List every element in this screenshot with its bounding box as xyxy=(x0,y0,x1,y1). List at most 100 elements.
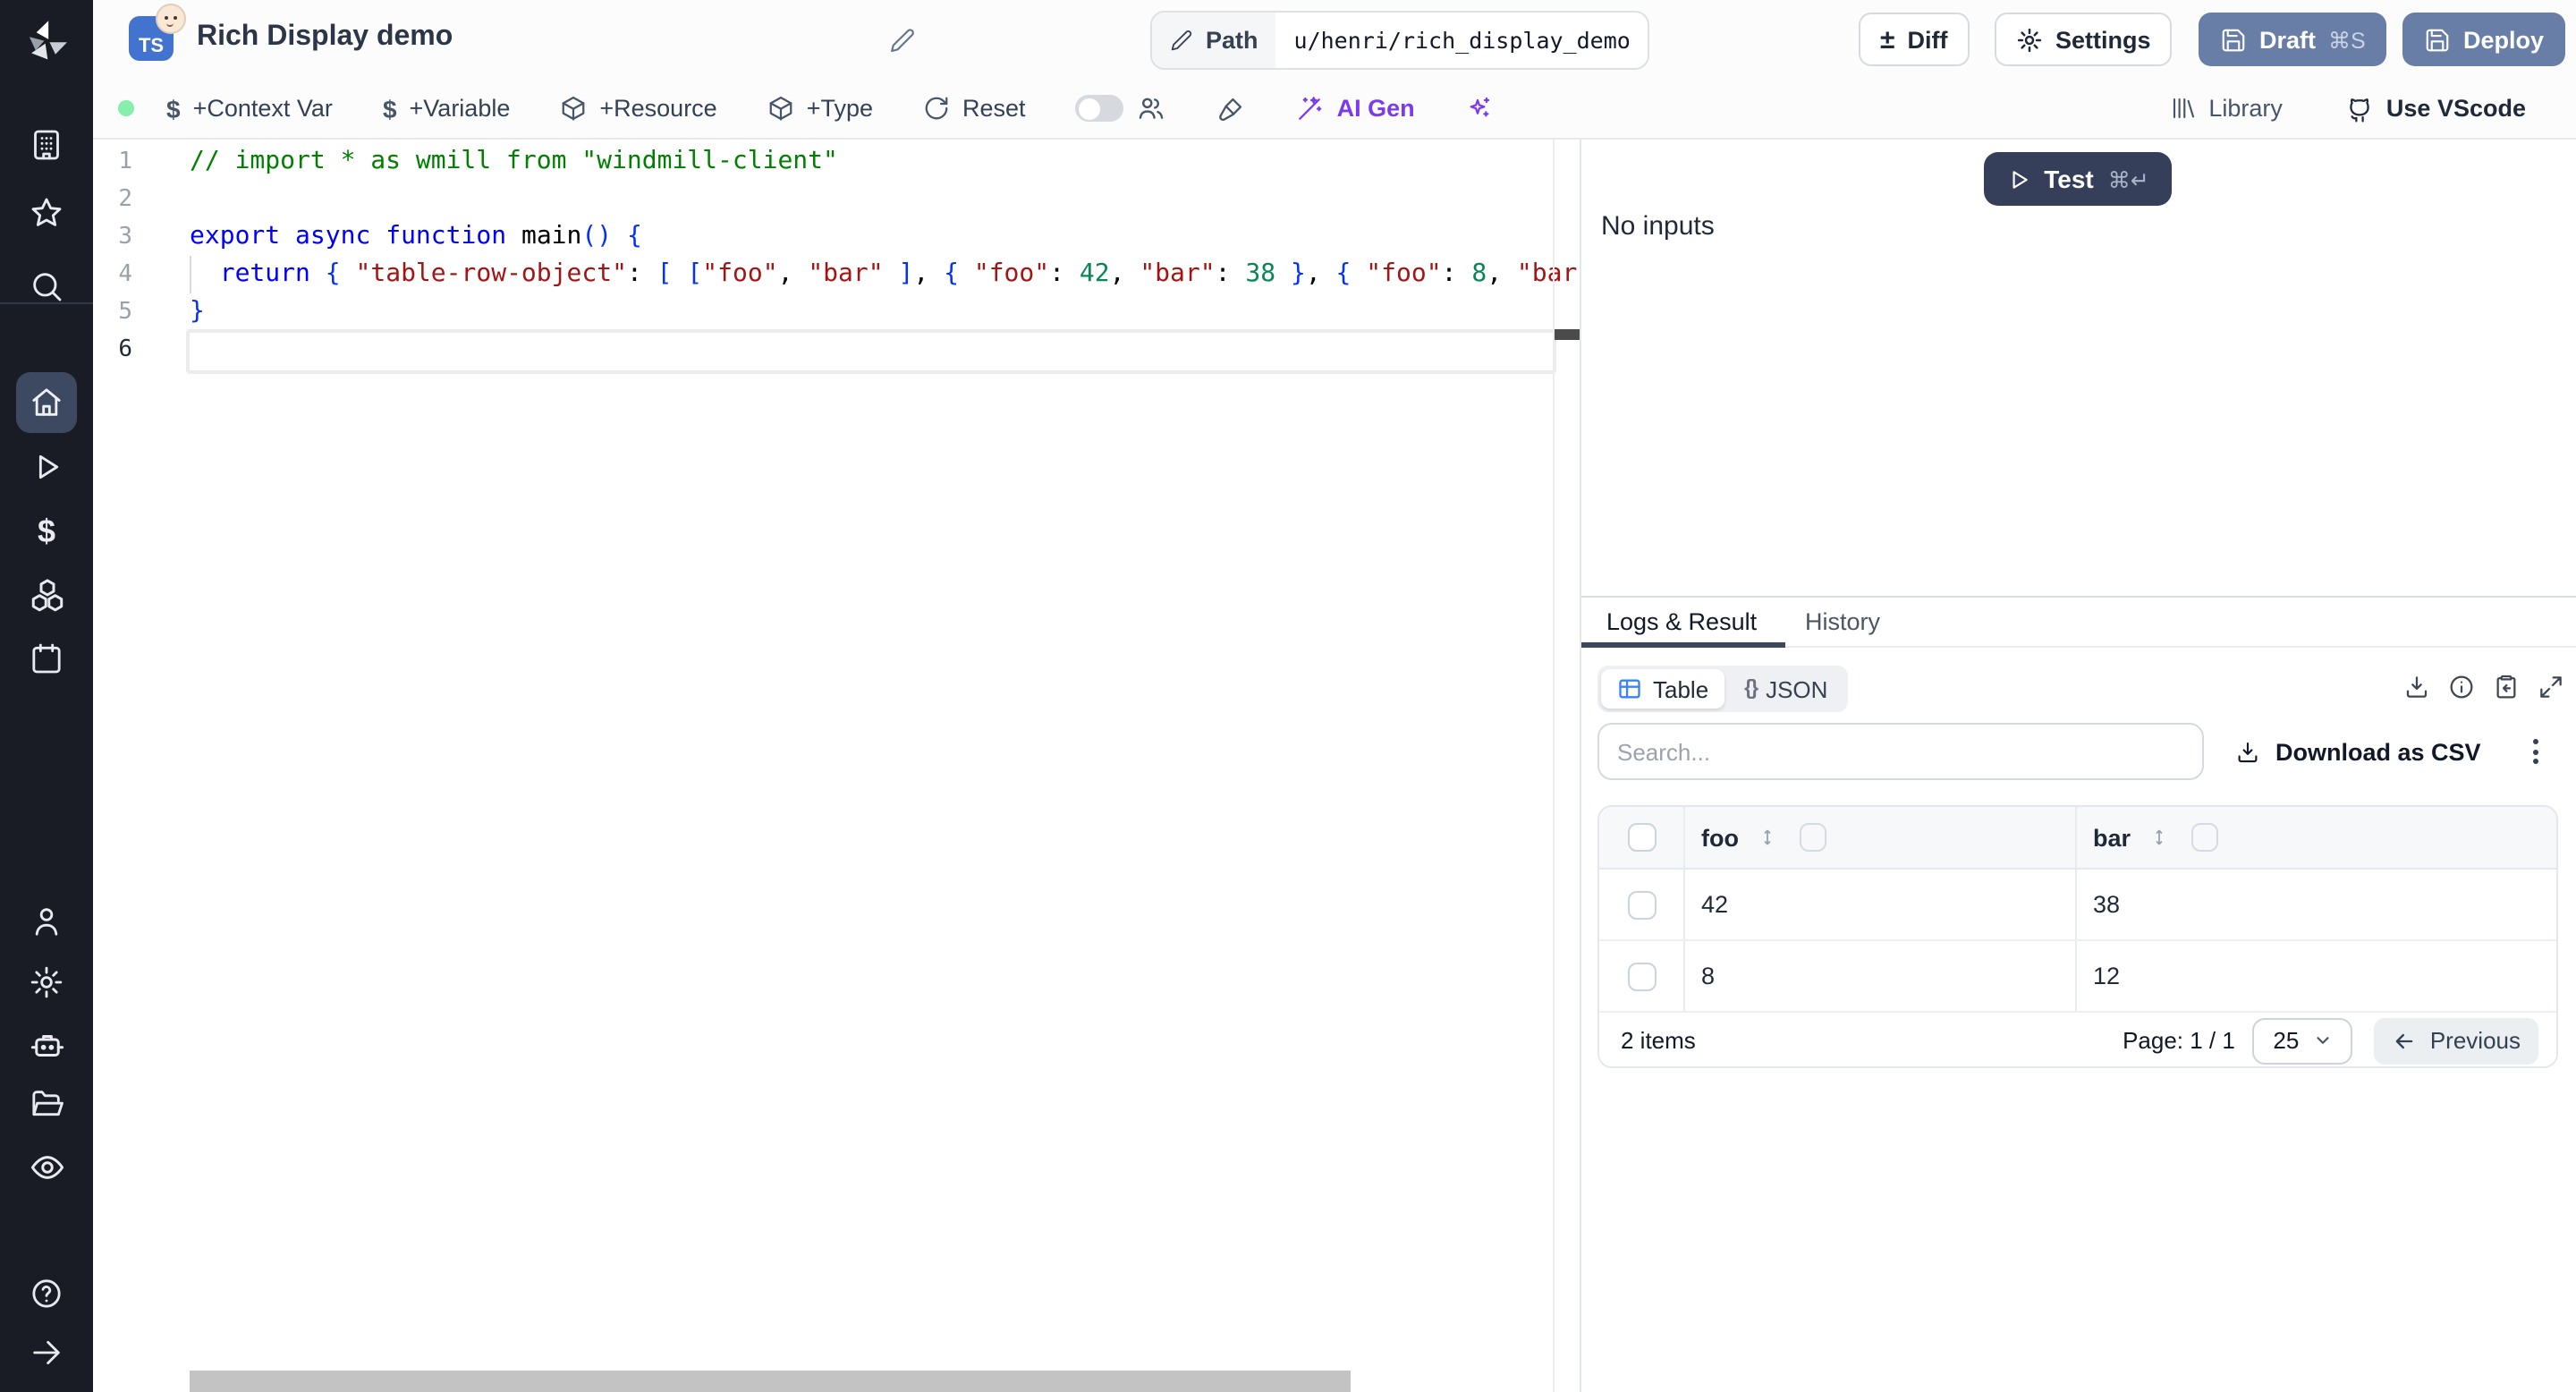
octocat-icon xyxy=(2345,94,2374,123)
download-csv-label: Download as CSV xyxy=(2275,738,2481,765)
table-row[interactable]: 8 12 xyxy=(1599,941,2556,1013)
code-line[interactable]: // import * as wmill from "windmill-clie… xyxy=(190,143,838,181)
no-inputs-text: No inputs xyxy=(1601,211,1715,242)
table-cell: 12 xyxy=(2077,941,2556,1011)
horizontal-scrollbar[interactable] xyxy=(190,1371,1351,1392)
ai-sparkles-button[interactable] xyxy=(1465,94,1494,123)
gear-icon xyxy=(29,964,64,1000)
reset-button[interactable]: Reset xyxy=(923,95,1026,122)
view-table-button[interactable]: Table xyxy=(1601,669,1724,709)
sidebar-item-building[interactable] xyxy=(0,123,93,166)
table-cell: 8 xyxy=(1685,941,2077,1011)
settings-label: Settings xyxy=(2055,26,2151,53)
edit-summary-button[interactable] xyxy=(889,27,916,54)
sidebar-item-schedules[interactable] xyxy=(0,637,93,680)
tab-history[interactable]: History xyxy=(1805,608,1880,635)
path-label: Path xyxy=(1206,27,1258,54)
sidebar-item-workers[interactable] xyxy=(0,1023,93,1066)
settings-button[interactable]: Settings xyxy=(1995,13,2173,66)
view-json-button[interactable]: {} JSON xyxy=(1728,669,1843,709)
cell-value: 8 xyxy=(1701,963,1715,989)
deploy-button[interactable]: Deploy xyxy=(2402,13,2565,66)
gear-icon xyxy=(2016,26,2043,53)
sidebar-item-users[interactable] xyxy=(0,900,93,943)
run-result-panel: Test ⌘↵ No inputs Logs & Result History … xyxy=(1581,140,2576,1392)
sidebar-item-resources[interactable] xyxy=(0,573,93,615)
sidebar-item-variables[interactable]: $ xyxy=(0,510,93,553)
code-line[interactable]: } xyxy=(190,293,205,331)
sidebar-item-help[interactable] xyxy=(0,1272,93,1315)
dollar-icon: $ xyxy=(38,513,55,550)
clipboard-copy-icon[interactable] xyxy=(2492,673,2521,701)
editor-toolbar: $ +Context Var $ +Variable +Resource +Ty… xyxy=(93,79,2576,140)
view-json-label: JSON xyxy=(1766,675,1827,702)
table-row[interactable]: 4238 xyxy=(1599,870,2556,941)
previous-page-button[interactable]: Previous xyxy=(2375,1017,2538,1064)
test-label: Test xyxy=(2044,165,2094,193)
boxes-icon xyxy=(28,575,65,613)
tab-logs-result[interactable]: Logs & Result xyxy=(1606,608,1757,635)
status-dot xyxy=(118,100,134,116)
cursor-overview-mark xyxy=(1555,329,1580,340)
test-button[interactable]: Test ⌘↵ xyxy=(1984,152,2172,206)
format-button[interactable] xyxy=(1217,94,1246,123)
sort-icon[interactable] xyxy=(1757,825,1778,850)
select-all-cell xyxy=(1599,807,1685,868)
sidebar-item-search[interactable] xyxy=(0,265,93,308)
row-checkbox[interactable] xyxy=(1627,823,1656,852)
add-variable-button[interactable]: $ +Variable xyxy=(383,94,510,123)
code-editor[interactable]: 123456 // import * as wmill from "windmi… xyxy=(93,140,1580,1392)
sidebar-item-audit[interactable] xyxy=(0,1145,93,1188)
sidebar-item-favorites[interactable] xyxy=(0,191,93,234)
deploy-label: Deploy xyxy=(2463,26,2544,53)
code-line[interactable]: export async function main() { xyxy=(190,218,642,256)
expand-icon[interactable] xyxy=(2537,673,2565,701)
help-circle-icon xyxy=(29,1276,64,1311)
add-context-var-button[interactable]: $ +Context Var xyxy=(166,94,333,123)
line-number: 3 xyxy=(93,218,132,256)
line-number: 1 xyxy=(93,143,132,181)
use-vscode-button[interactable]: Use VScode xyxy=(2345,94,2526,123)
row-checkbox[interactable] xyxy=(1627,962,1656,990)
dollar-icon: $ xyxy=(166,94,181,123)
search-input[interactable] xyxy=(1597,723,2204,780)
code-line[interactable]: return { "table-row-object": [ ["foo", "… xyxy=(190,256,1580,293)
more-options-button[interactable] xyxy=(2521,726,2549,777)
ai-gen-button[interactable]: AI Gen xyxy=(1296,94,1415,123)
diff-button[interactable]: ± Diff xyxy=(1859,13,1969,66)
download-csv-button[interactable]: Download as CSV xyxy=(2234,726,2481,777)
sidebar-item-settings[interactable] xyxy=(0,961,93,1004)
draft-button[interactable]: Draft ⌘S xyxy=(2199,13,2387,66)
sidebar-item-home[interactable] xyxy=(16,372,77,433)
column-option-box[interactable] xyxy=(2191,823,2218,852)
sort-icon[interactable] xyxy=(2148,825,2170,850)
chevron-down-icon xyxy=(2313,1031,2333,1050)
info-icon[interactable] xyxy=(2447,673,2476,701)
users-icon xyxy=(1137,93,1167,123)
path-value: u/henri/rich_display_demo xyxy=(1276,13,1648,68)
line-number: 6 xyxy=(93,331,132,369)
column-option-box[interactable] xyxy=(1800,823,1826,852)
library-button[interactable]: Library xyxy=(2169,95,2283,122)
sidebar-item-folders[interactable] xyxy=(0,1082,93,1125)
table-cell: 42 xyxy=(1685,870,2077,939)
sidebar-item-runs[interactable] xyxy=(0,446,93,488)
folder-open-icon xyxy=(29,1086,64,1122)
sidebar-divider xyxy=(0,302,93,304)
windmill-logo-icon[interactable] xyxy=(0,18,93,64)
page-size-select[interactable]: 25 xyxy=(2253,1017,2353,1064)
arrow-right-icon xyxy=(29,1335,64,1371)
reset-label: Reset xyxy=(962,95,1026,122)
items-count: 2 items xyxy=(1621,1027,1696,1054)
test-shortcut: ⌘↵ xyxy=(2108,166,2149,192)
row-select-cell xyxy=(1599,941,1685,1011)
row-checkbox[interactable] xyxy=(1627,890,1656,919)
add-type-button[interactable]: +Type xyxy=(767,95,873,122)
add-resource-button[interactable]: +Resource xyxy=(560,95,716,122)
path-chip[interactable]: Path u/henri/rich_display_demo xyxy=(1150,11,1650,70)
sidebar-collapse-toggle[interactable] xyxy=(0,1331,93,1374)
line-number: 2 xyxy=(93,181,132,218)
result-view-toggle: Table {} JSON xyxy=(1597,666,1847,712)
diff-mode-toggle[interactable] xyxy=(1076,95,1124,122)
download-icon[interactable] xyxy=(2402,673,2431,701)
